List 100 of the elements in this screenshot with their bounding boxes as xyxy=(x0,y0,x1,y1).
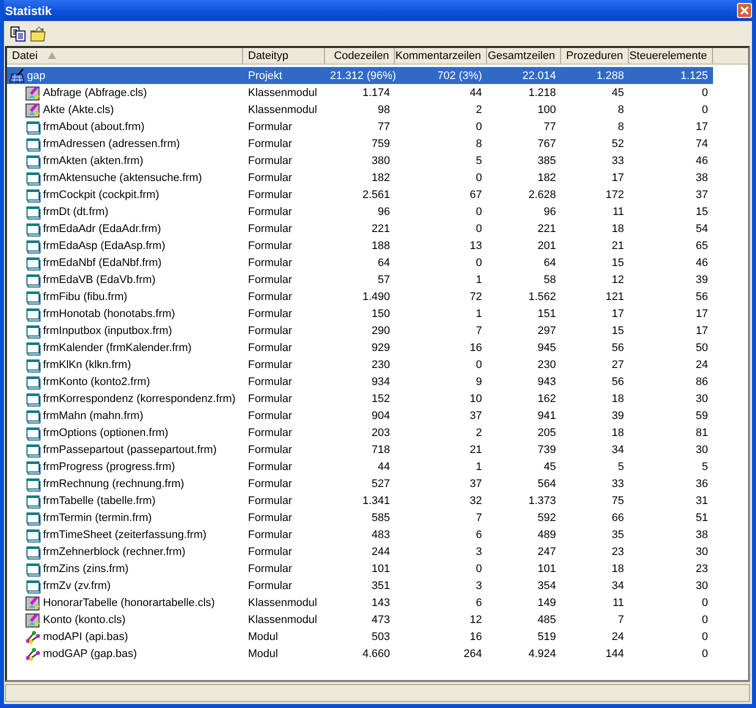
list-row[interactable]: frmKalender (frmKalender.frm) Formular 929 16 945 56 50 xyxy=(7,339,748,356)
file-type: Formular xyxy=(248,222,292,234)
table-cell: 351 xyxy=(372,580,390,592)
file-type: Formular xyxy=(248,460,292,472)
list-row[interactable]: frmAktensuche (aktensuche.frm) Formular 182 0 182 17 38 xyxy=(7,169,748,186)
form-icon xyxy=(25,170,41,186)
list-row[interactable]: frmDt (dt.frm) Formular 96 0 96 11 15 xyxy=(7,203,748,220)
table-cell: 473 xyxy=(372,614,390,626)
table-cell: 564 xyxy=(538,478,556,490)
table-cell: 3 xyxy=(476,580,482,592)
table-cell: 38 xyxy=(696,172,708,184)
file-type: Formular xyxy=(248,172,292,184)
list-row[interactable]: frmEdaAsp (EdaAsp.frm) Formular 188 13 201 21 65 xyxy=(7,237,748,254)
file-name: frmRechnung (rechnung.frm) xyxy=(43,478,184,490)
list-row[interactable]: frmAbout (about.frm) Formular 77 0 77 8 17 xyxy=(7,118,748,135)
table-cell: 483 xyxy=(372,528,390,540)
file-name: frmOptions (optionen.frm) xyxy=(43,426,168,438)
list-row[interactable]: frmHonotab (honotabs.frm) Formular 150 1 151 17 17 xyxy=(7,305,748,322)
list-row[interactable]: frmZehnerblock (rechner.frm) Formular 244 3 247 23 30 xyxy=(7,543,748,560)
table-cell: 86 xyxy=(696,376,708,388)
list-row[interactable]: frmKlKn (klkn.frm) Formular 230 0 230 27 24 xyxy=(7,356,748,373)
list-row[interactable]: frmAdressen (adressen.frm) Formular 759 8 767 52 74 xyxy=(7,135,748,152)
copy-button[interactable] xyxy=(10,24,26,42)
list-row[interactable]: frmTermin (termin.frm) Formular 585 7 592 66 51 xyxy=(7,509,748,526)
table-cell: 1 xyxy=(476,274,482,286)
list-row[interactable]: frmMahn (mahn.frm) Formular 904 37 941 39 59 xyxy=(7,407,748,424)
table-cell: 702 (3%) xyxy=(437,70,482,82)
file-name: frmProgress (progress.frm) xyxy=(43,460,176,472)
list-row[interactable]: frmPassepartout (passepartout.frm) Formular 718 21 739 34 30 xyxy=(7,441,748,458)
table-cell: 46 xyxy=(696,154,708,166)
column-header[interactable]: Steuerelemente xyxy=(629,48,713,65)
list-row[interactable]: modAPI (api.bas) Modul 503 16 519 24 0 xyxy=(7,628,748,645)
list-row[interactable]: modGAP (gap.bas) Modul 4.660 264 4.924 144 0 xyxy=(7,645,748,662)
table-cell: 221 xyxy=(538,222,556,234)
column-header[interactable]: Kommentarzeilen xyxy=(395,48,487,65)
list-row[interactable]: Konto (konto.cls) Klassenmodul 473 12 485 7 0 xyxy=(7,611,748,628)
file-name: frmEdaVB (EdaVb.frm) xyxy=(43,274,156,286)
table-cell: 30 xyxy=(696,392,708,404)
list-row[interactable]: frmKorrespondenz (korrespondenz.frm) Formular 152 10 162 18 30 xyxy=(7,390,748,407)
table-cell: 1.490 xyxy=(362,290,390,302)
list-row[interactable]: frmZins (zins.frm) Formular 101 0 101 18 23 xyxy=(7,560,748,577)
table-cell: 1 xyxy=(476,308,482,320)
table-cell: 17 xyxy=(696,308,708,320)
file-type: Modul xyxy=(248,630,278,642)
list-row[interactable]: frmProgress (progress.frm) Formular 44 1 45 5 5 xyxy=(7,458,748,475)
list-row[interactable]: frmOptions (optionen.frm) Formular 203 2 205 18 81 xyxy=(7,424,748,441)
file-type: Formular xyxy=(248,478,292,490)
list-row[interactable]: frmZv (zv.frm) Formular 351 3 354 34 30 xyxy=(7,577,748,594)
form-icon xyxy=(25,578,41,594)
file-name: frmAdressen (adressen.frm) xyxy=(43,138,180,150)
column-header[interactable]: Codezeilen xyxy=(325,48,395,65)
list-row[interactable]: Abfrage (Abfrage.cls) Klassenmodul 1.174 44 1.218 45 0 xyxy=(7,84,748,101)
class-module-icon xyxy=(25,594,41,610)
file-type: Formular xyxy=(248,528,292,540)
list-row[interactable]: frmCockpit (cockpit.frm) Formular 2.561 67 2.628 172 37 xyxy=(7,186,748,203)
list-row[interactable]: frmAkten (akten.frm) Formular 380 5 385 33 46 xyxy=(7,152,748,169)
list-row[interactable]: frmInputbox (inputbox.frm) Formular 290 7 297 15 17 xyxy=(7,322,748,339)
table-cell: 17 xyxy=(612,172,624,184)
table-cell: 0 xyxy=(702,630,708,642)
table-cell: 65 xyxy=(696,240,708,252)
file-name: frmEdaNbf (EdaNbf.frm) xyxy=(43,256,162,268)
table-cell: 52 xyxy=(612,138,624,150)
table-cell: 46 xyxy=(696,256,708,268)
table-cell: 81 xyxy=(696,426,708,438)
table-cell: 121 xyxy=(606,290,624,302)
table-cell: 13 xyxy=(470,240,482,252)
close-button[interactable] xyxy=(737,3,752,18)
file-type: Klassenmodul xyxy=(248,614,318,626)
file-name: frmZv (zv.frm) xyxy=(43,580,111,592)
open-folder-button[interactable] xyxy=(30,24,48,42)
list-row[interactable]: frmEdaNbf (EdaNbf.frm) Formular 64 0 64 15 46 xyxy=(7,254,748,271)
list-row[interactable]: frmEdaAdr (EdaAdr.frm) Formular 221 0 221 18 54 xyxy=(7,220,748,237)
form-icon xyxy=(25,272,41,288)
list-row[interactable]: frmTimeSheet (zeiterfassung.frm) Formular 483 6 489 35 38 xyxy=(7,526,748,543)
table-cell: 2.561 xyxy=(362,188,390,200)
list-row[interactable]: HonorarTabelle (honorartabelle.cls) Klassenmodul 143 6 149 11 0 xyxy=(7,594,748,611)
table-cell: 98 xyxy=(378,104,390,116)
list-row[interactable]: gap Projekt 21.312 (96%) 702 (3%) 22.014 1.288 1.125 xyxy=(7,67,713,84)
list-row[interactable]: Akte (Akte.cls) Klassenmodul 98 2 100 8 0 xyxy=(7,101,748,118)
file-type: Klassenmodul xyxy=(248,86,318,98)
list-row[interactable]: frmFibu (fibu.frm) Formular 1.490 72 1.562 121 56 xyxy=(7,288,748,305)
form-icon xyxy=(25,510,41,526)
table-cell: 44 xyxy=(470,86,482,98)
file-type: Formular xyxy=(248,274,292,286)
table-cell: 12 xyxy=(470,614,482,626)
file-name: frmTermin (termin.frm) xyxy=(43,512,152,524)
column-header[interactable]: Dateityp xyxy=(243,48,325,65)
table-cell: 8 xyxy=(476,138,482,150)
file-name: frmCockpit (cockpit.frm) xyxy=(43,188,160,200)
list-row[interactable]: frmEdaVB (EdaVb.frm) Formular 57 1 58 12 39 xyxy=(7,271,748,288)
list-row[interactable]: frmRechnung (rechnung.frm) Formular 527 37 564 33 36 xyxy=(7,475,748,492)
column-header[interactable]: Prozeduren xyxy=(561,48,629,65)
column-header[interactable]: Gesamtzeilen xyxy=(487,48,561,65)
file-name: frmHonotab (honotabs.frm) xyxy=(43,308,176,320)
file-type: Formular xyxy=(248,256,292,268)
list-row[interactable]: frmKonto (konto2.frm) Formular 934 9 943 56 86 xyxy=(7,373,748,390)
column-header[interactable]: Datei xyxy=(7,48,243,65)
list-row[interactable]: frmTabelle (tabelle.frm) Formular 1.341 32 1.373 75 31 xyxy=(7,492,748,509)
table-cell: 24 xyxy=(612,630,624,642)
table-cell: 36 xyxy=(696,478,708,490)
